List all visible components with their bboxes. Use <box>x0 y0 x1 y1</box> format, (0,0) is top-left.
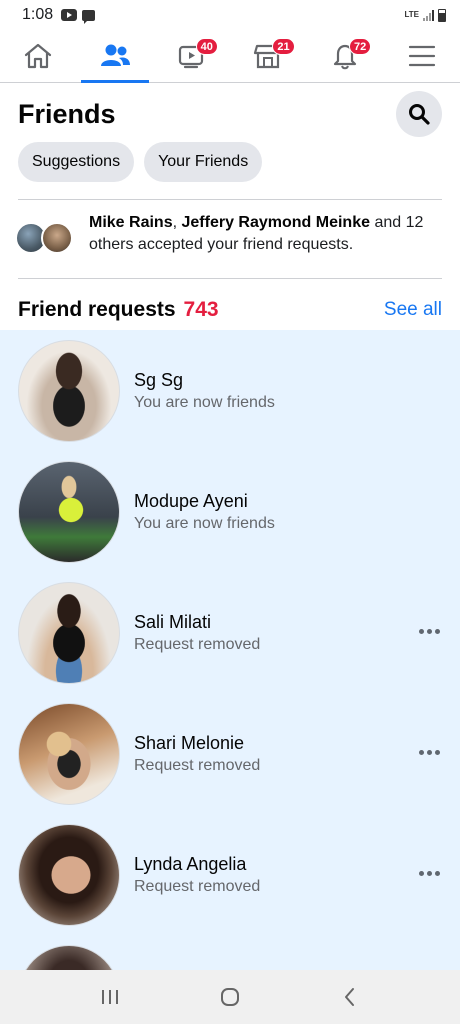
page-title: Friends <box>18 98 116 129</box>
list-item[interactable]: Sali Milati Request removed <box>0 572 460 693</box>
recent-apps-button[interactable] <box>90 977 130 1017</box>
divider <box>18 278 442 279</box>
tab-friends[interactable] <box>77 30 154 83</box>
network-type: LTE <box>404 10 419 19</box>
more-options-icon[interactable] <box>419 870 440 876</box>
battery-icon <box>438 8 446 22</box>
friend-requests-header: Friend requests 743 See all <box>18 293 442 327</box>
request-status: You are now friends <box>134 393 275 411</box>
watch-badge: 40 <box>195 38 218 55</box>
request-name[interactable]: Sg Sg <box>134 368 275 392</box>
system-navigation-bar <box>0 970 460 1024</box>
suggestions-chip[interactable]: Suggestions <box>18 142 135 182</box>
request-name[interactable]: Lynda Angelia <box>134 852 260 876</box>
friend-requests-title: Friend requests <box>18 298 176 321</box>
more-options-icon[interactable] <box>419 628 440 634</box>
avatar[interactable] <box>18 460 120 563</box>
filter-chips: Suggestions Your Friends <box>18 142 263 182</box>
request-name[interactable]: Sali Milati <box>134 610 260 634</box>
home-button[interactable] <box>210 977 250 1017</box>
avatar[interactable] <box>18 944 120 970</box>
back-icon <box>345 988 354 1006</box>
request-name[interactable]: Shari Melonie <box>134 731 260 755</box>
home-circle-icon <box>221 988 239 1006</box>
accepted-notice[interactable]: Mike Rains, Jeffery Raymond Meinke and 1… <box>15 212 442 256</box>
friends-icon <box>101 44 130 66</box>
more-options-icon[interactable] <box>419 749 440 755</box>
request-status: Request removed <box>134 877 261 895</box>
see-all-link[interactable]: See all <box>384 299 442 321</box>
search-button[interactable] <box>396 91 442 137</box>
status-bar: 1:08 LTE <box>0 0 460 30</box>
back-button[interactable] <box>330 977 370 1017</box>
home-icon <box>25 43 52 69</box>
message-notification-icon <box>82 9 96 24</box>
tab-notifications[interactable]: 72 <box>307 30 384 82</box>
list-item[interactable]: Modupe Ayeni You are now friends <box>0 451 460 572</box>
page-header: Friends <box>18 90 442 138</box>
list-item[interactable]: Lynda Angelia Request removed <box>0 814 460 935</box>
avatar[interactable] <box>18 702 120 805</box>
accepted-name-2[interactable]: Jeffery Raymond Meinke <box>181 214 370 231</box>
list-item[interactable]: Sg Sg You are now friends <box>0 330 460 451</box>
tab-watch[interactable]: 40 <box>153 30 230 82</box>
notifications-badge: 72 <box>349 38 372 55</box>
search-icon <box>409 104 430 125</box>
tab-home[interactable] <box>0 30 77 82</box>
marketplace-badge: 21 <box>272 38 295 55</box>
divider <box>18 199 442 200</box>
top-navigation: 40 21 72 <box>0 30 460 83</box>
avatar[interactable] <box>18 581 120 684</box>
menu-icon <box>408 45 435 67</box>
tab-marketplace[interactable]: 21 <box>230 30 307 82</box>
your-friends-chip[interactable]: Your Friends <box>144 142 263 182</box>
avatar[interactable] <box>18 823 120 926</box>
recent-apps-icon <box>102 990 118 1004</box>
accepted-text: Mike Rains, Jeffery Raymond Meinke and 1… <box>89 212 442 256</box>
request-status: Request removed <box>134 635 261 653</box>
signal-icon <box>423 9 434 21</box>
list-item[interactable] <box>0 935 460 970</box>
request-status: You are now friends <box>134 514 275 532</box>
friend-requests-list: Sg Sg You are now friends Modupe Ayeni Y… <box>0 330 460 970</box>
request-status: Request removed <box>134 756 261 774</box>
accepted-avatars <box>15 222 77 256</box>
accepted-name-1[interactable]: Mike Rains <box>89 214 173 231</box>
friend-requests-count: 743 <box>183 298 219 321</box>
youtube-notification-icon <box>61 9 78 21</box>
tab-menu[interactable] <box>383 30 460 82</box>
list-item[interactable]: Shari Melonie Request removed <box>0 693 460 814</box>
avatar[interactable] <box>18 339 120 442</box>
avatar <box>41 222 73 254</box>
status-time: 1:08 <box>22 6 54 23</box>
request-name[interactable]: Modupe Ayeni <box>134 489 275 513</box>
